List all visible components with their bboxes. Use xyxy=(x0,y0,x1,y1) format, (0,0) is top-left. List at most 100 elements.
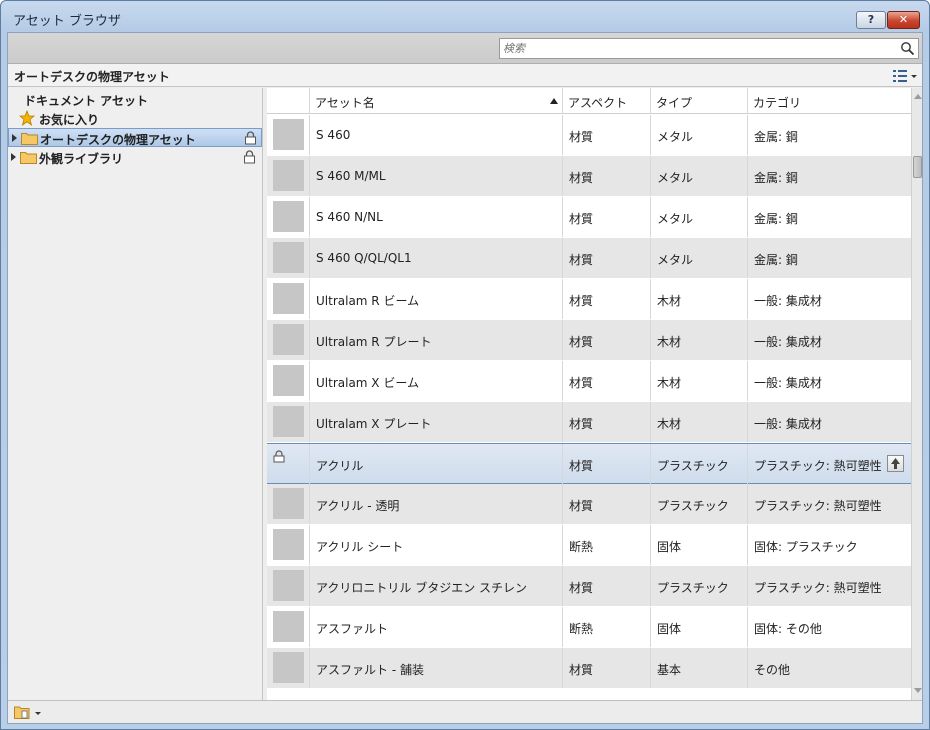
table-row[interactable]: S 460 M/ML 材質 メタル 金属: 鋼 xyxy=(267,156,911,197)
cell-type[interactable]: メタル xyxy=(650,115,747,155)
cell-type[interactable]: 固体 xyxy=(650,607,747,647)
cell-type[interactable]: 固体 xyxy=(650,525,747,565)
table-row[interactable]: Ultralam X ビーム 材質 木材 一般: 集成材 xyxy=(267,361,911,402)
cell-category[interactable]: 固体: その他 xyxy=(747,607,911,647)
close-button[interactable]: ✕ xyxy=(887,11,920,29)
cell-category[interactable]: 一般: 集成材 xyxy=(747,320,911,360)
cell-category[interactable]: 金属: 鋼 xyxy=(747,115,911,155)
tree-item-document-assets[interactable]: ドキュメント アセット xyxy=(8,90,262,109)
tree-item-autodesk-physical-assets[interactable]: オートデスクの物理アセット xyxy=(8,128,262,147)
cell-name[interactable]: アクリロニトリル ブタジエン スチレン xyxy=(309,566,562,606)
cell-category[interactable]: 金属: 鋼 xyxy=(747,156,911,196)
cell-category[interactable]: 金属: 鋼 xyxy=(747,197,911,237)
cell-type[interactable]: プラスチック xyxy=(650,566,747,606)
cell-aspect[interactable]: 材質 xyxy=(562,197,650,237)
cell-name[interactable]: S 460 xyxy=(309,115,562,155)
cell-name[interactable]: S 460 Q/QL/QL1 xyxy=(309,238,562,278)
cell-aspect[interactable]: 断熱 xyxy=(562,607,650,647)
table-row[interactable]: Ultralam R ビーム 材質 木材 一般: 集成材 xyxy=(267,279,911,320)
cell-category[interactable]: 一般: 集成材 xyxy=(747,361,911,401)
scroll-thumb[interactable] xyxy=(913,156,922,178)
cell-name[interactable]: アスファルト xyxy=(309,607,562,647)
cell-category[interactable]: 金属: 鋼 xyxy=(747,238,911,278)
expand-arrow-icon[interactable] xyxy=(12,134,17,142)
thumbnail-cell[interactable] xyxy=(267,648,309,688)
header-type[interactable]: タイプ xyxy=(650,88,747,114)
table-row[interactable]: Ultralam X プレート 材質 木材 一般: 集成材 xyxy=(267,402,911,443)
cell-aspect[interactable]: 材質 xyxy=(562,320,650,360)
thumbnail-cell[interactable] xyxy=(267,525,309,565)
cell-aspect[interactable]: 材質 xyxy=(562,361,650,401)
replace-asset-button[interactable] xyxy=(887,455,904,472)
cell-type[interactable]: 木材 xyxy=(650,402,747,442)
cell-name[interactable]: Ultralam X ビーム xyxy=(309,361,562,401)
table-row[interactable]: アスファルト 断熱 固体 固体: その他 xyxy=(267,607,911,648)
cell-name[interactable]: アクリル - 透明 xyxy=(309,484,562,524)
search-box[interactable] xyxy=(499,38,919,59)
cell-aspect[interactable]: 材質 xyxy=(562,238,650,278)
search-icon[interactable] xyxy=(900,41,915,56)
header-thumbnail[interactable] xyxy=(267,88,309,114)
scroll-down-arrow-icon[interactable] xyxy=(914,688,922,693)
cell-type[interactable]: 木材 xyxy=(650,361,747,401)
cell-type[interactable]: プラスチック xyxy=(650,444,747,484)
tree-item-appearance-library[interactable]: 外観ライブラリ xyxy=(8,148,262,167)
cell-type[interactable]: 基本 xyxy=(650,648,747,688)
cell-category[interactable]: 固体: プラスチック xyxy=(747,525,911,565)
thumbnail-cell[interactable] xyxy=(267,361,309,401)
thumbnail-cell[interactable] xyxy=(267,566,309,606)
cell-type[interactable]: プラスチック xyxy=(650,484,747,524)
cell-name[interactable]: Ultralam R ビーム xyxy=(309,279,562,319)
thumbnail-cell[interactable] xyxy=(267,279,309,319)
view-options-icon[interactable] xyxy=(891,68,919,84)
table-row[interactable]: アクリロニトリル ブタジエン スチレン 材質 プラスチック プラスチック: 熱可塑性 xyxy=(267,566,911,607)
expand-arrow-icon[interactable] xyxy=(11,153,16,161)
table-row[interactable]: アクリル - 透明 材質 プラスチック プラスチック: 熱可塑性 xyxy=(267,484,911,525)
cell-aspect[interactable]: 材質 xyxy=(562,444,650,484)
cell-name[interactable]: アクリル シート xyxy=(309,525,562,565)
thumbnail-cell[interactable] xyxy=(267,402,309,442)
cell-type[interactable]: メタル xyxy=(650,197,747,237)
cell-category[interactable]: プラスチック: 熱可塑性 xyxy=(747,566,911,606)
thumbnail-cell[interactable] xyxy=(267,238,309,278)
cell-type[interactable]: メタル xyxy=(650,238,747,278)
help-button[interactable]: ? xyxy=(856,11,886,29)
table-row[interactable]: S 460 材質 メタル 金属: 鋼 xyxy=(267,115,911,156)
thumbnail-cell[interactable] xyxy=(267,320,309,360)
title-bar[interactable]: アセット ブラウザ ? ✕ xyxy=(1,1,929,33)
cell-category[interactable]: 一般: 集成材 xyxy=(747,279,911,319)
table-row[interactable]: S 460 Q/QL/QL1 材質 メタル 金属: 鋼 xyxy=(267,238,911,279)
cell-type[interactable]: メタル xyxy=(650,156,747,196)
header-category[interactable]: カテゴリ xyxy=(747,88,911,114)
cell-aspect[interactable]: 材質 xyxy=(562,115,650,155)
cell-category[interactable]: その他 xyxy=(747,648,911,688)
cell-category[interactable]: 一般: 集成材 xyxy=(747,402,911,442)
cell-name[interactable]: S 460 N/NL xyxy=(309,197,562,237)
thumbnail-cell[interactable] xyxy=(267,115,309,155)
library-options-icon[interactable] xyxy=(13,704,43,721)
table-row[interactable]: S 460 N/NL 材質 メタル 金属: 鋼 xyxy=(267,197,911,238)
cell-name[interactable]: アクリル xyxy=(309,444,562,484)
cell-name[interactable]: アスファルト - 舗装 xyxy=(309,648,562,688)
cell-name[interactable]: Ultralam X プレート xyxy=(309,402,562,442)
table-row[interactable]: アクリル 材質 プラスチック プラスチック: 熱可塑性 xyxy=(267,443,911,484)
table-row[interactable]: Ultralam R プレート 材質 木材 一般: 集成材 xyxy=(267,320,911,361)
cell-aspect[interactable]: 材質 xyxy=(562,648,650,688)
thumbnail-cell[interactable] xyxy=(267,444,309,484)
thumbnail-cell[interactable] xyxy=(267,484,309,524)
thumbnail-cell[interactable] xyxy=(267,607,309,647)
header-aspect[interactable]: アスペクト xyxy=(562,88,650,114)
table-row[interactable]: アクリル シート 断熱 固体 固体: プラスチック xyxy=(267,525,911,566)
thumbnail-cell[interactable] xyxy=(267,197,309,237)
cell-aspect[interactable]: 材質 xyxy=(562,484,650,524)
cell-name[interactable]: S 460 M/ML xyxy=(309,156,562,196)
cell-type[interactable]: 木材 xyxy=(650,279,747,319)
scroll-up-arrow-icon[interactable] xyxy=(914,94,922,99)
cell-name[interactable]: Ultralam R プレート xyxy=(309,320,562,360)
search-input[interactable] xyxy=(503,40,893,57)
thumbnail-cell[interactable] xyxy=(267,156,309,196)
cell-aspect[interactable]: 材質 xyxy=(562,156,650,196)
cell-aspect[interactable]: 材質 xyxy=(562,279,650,319)
header-asset-name[interactable]: アセット名 xyxy=(309,88,562,114)
cell-aspect[interactable]: 材質 xyxy=(562,402,650,442)
